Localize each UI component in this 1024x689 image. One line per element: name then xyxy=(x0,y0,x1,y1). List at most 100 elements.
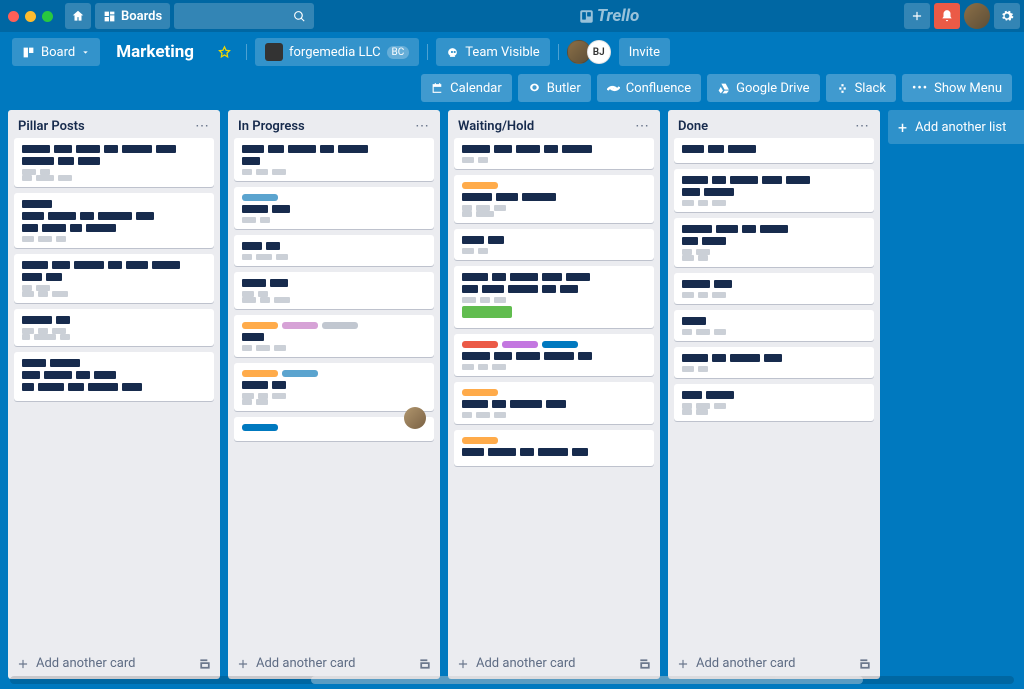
card-label[interactable] xyxy=(242,194,278,201)
card-text-line xyxy=(22,145,206,153)
card-label[interactable] xyxy=(462,389,498,396)
add-card-button[interactable]: Add another card xyxy=(16,656,135,671)
list-title[interactable]: Pillar Posts xyxy=(18,119,85,134)
user-avatar[interactable] xyxy=(964,3,990,29)
template-icon[interactable] xyxy=(638,657,652,671)
powerup-slack[interactable]: Slack xyxy=(826,74,896,102)
minimize-window-icon[interactable] xyxy=(25,11,36,22)
card[interactable] xyxy=(234,272,434,309)
card-label[interactable] xyxy=(462,182,498,189)
card[interactable] xyxy=(674,347,874,378)
settings-button[interactable] xyxy=(994,3,1020,29)
card[interactable] xyxy=(454,334,654,376)
powerup-label: Calendar xyxy=(450,81,502,96)
card-label[interactable] xyxy=(242,370,278,377)
star-board-button[interactable] xyxy=(210,38,238,66)
powerup-confluence[interactable]: Confluence xyxy=(597,74,701,102)
card[interactable] xyxy=(14,193,214,248)
add-card-button[interactable]: Add another card xyxy=(676,656,795,671)
card[interactable] xyxy=(234,138,434,181)
team-visible-icon xyxy=(446,46,459,59)
card-label[interactable] xyxy=(462,437,498,444)
card-member-avatar[interactable] xyxy=(404,407,426,429)
powerup-google-drive[interactable]: Google Drive xyxy=(707,74,819,102)
card-label[interactable] xyxy=(502,341,538,348)
template-icon[interactable] xyxy=(418,657,432,671)
powerup-label: Confluence xyxy=(626,81,691,96)
board-canvas[interactable]: Pillar Posts ⋯ Add another card In Progr… xyxy=(0,110,1024,679)
card[interactable] xyxy=(454,138,654,169)
list-title[interactable]: Done xyxy=(678,119,708,134)
search-input[interactable] xyxy=(174,3,314,29)
card[interactable] xyxy=(674,218,874,267)
board-view-toggle[interactable]: Board xyxy=(12,38,100,66)
list-menu-button[interactable]: ⋯ xyxy=(855,118,870,134)
card[interactable] xyxy=(454,382,654,424)
card[interactable] xyxy=(14,138,214,187)
template-icon[interactable] xyxy=(858,657,872,671)
calendar-icon xyxy=(431,82,444,95)
horizontal-scrollbar[interactable] xyxy=(10,676,1014,684)
card-label[interactable] xyxy=(282,322,318,329)
card-label[interactable] xyxy=(542,341,578,348)
board-name[interactable]: Marketing xyxy=(108,42,202,62)
card-labels xyxy=(462,389,646,396)
card[interactable] xyxy=(14,254,214,303)
trello-logo[interactable]: Trello xyxy=(579,6,639,26)
card-text-line xyxy=(242,242,426,250)
card-label[interactable] xyxy=(322,322,358,329)
add-card-button[interactable]: Add another card xyxy=(456,656,575,671)
fullscreen-window-icon[interactable] xyxy=(42,11,53,22)
add-list-button[interactable]: +Add another list xyxy=(888,110,1024,144)
card-text-line xyxy=(22,157,206,165)
create-button[interactable] xyxy=(904,3,930,29)
due-date-badge[interactable] xyxy=(462,306,512,318)
card-label[interactable] xyxy=(462,341,498,348)
home-button[interactable] xyxy=(65,3,91,29)
card[interactable] xyxy=(454,430,654,466)
close-window-icon[interactable] xyxy=(8,11,19,22)
card[interactable] xyxy=(234,363,434,411)
team-button[interactable]: forgemedia LLC BC xyxy=(255,38,419,66)
window-controls[interactable] xyxy=(4,11,61,22)
list-menu-button[interactable]: ⋯ xyxy=(635,118,650,134)
card-label[interactable] xyxy=(242,322,278,329)
card[interactable] xyxy=(234,187,434,229)
board-members[interactable]: BJ xyxy=(567,40,611,64)
list-menu-button[interactable]: ⋯ xyxy=(415,118,430,134)
member-avatar[interactable]: BJ xyxy=(587,40,611,64)
powerup-calendar[interactable]: Calendar xyxy=(421,74,512,102)
cards-container xyxy=(8,138,220,650)
list-menu-button[interactable]: ⋯ xyxy=(195,118,210,134)
card-label[interactable] xyxy=(242,424,278,431)
card[interactable] xyxy=(674,138,874,163)
add-card-button[interactable]: Add another card xyxy=(236,656,355,671)
add-card-label: Add another card xyxy=(476,656,575,671)
card[interactable] xyxy=(234,235,434,266)
boards-button[interactable]: Boards xyxy=(95,3,170,29)
powerup-label: Slack xyxy=(855,81,886,96)
visibility-button[interactable]: Team Visible xyxy=(436,38,549,66)
card-label[interactable] xyxy=(282,370,318,377)
scrollbar-thumb[interactable] xyxy=(311,676,863,684)
invite-button[interactable]: Invite xyxy=(619,38,670,66)
card[interactable] xyxy=(14,309,214,346)
card-badges xyxy=(462,364,646,370)
card[interactable] xyxy=(674,384,874,421)
template-icon[interactable] xyxy=(198,657,212,671)
notifications-button[interactable] xyxy=(934,3,960,29)
card[interactable] xyxy=(674,273,874,304)
card[interactable] xyxy=(674,169,874,212)
dots-icon: ••• xyxy=(912,81,928,96)
card-badges xyxy=(682,200,866,206)
card[interactable] xyxy=(454,266,654,328)
card[interactable] xyxy=(234,315,434,357)
show-menu-button[interactable]: ••• Show Menu xyxy=(902,74,1012,102)
card[interactable] xyxy=(14,352,214,401)
card[interactable] xyxy=(454,175,654,223)
powerup-butler[interactable]: Butler xyxy=(518,74,591,102)
card[interactable] xyxy=(454,229,654,260)
list-title[interactable]: Waiting/Hold xyxy=(458,119,534,134)
list-title[interactable]: In Progress xyxy=(238,119,305,134)
card[interactable] xyxy=(674,310,874,341)
